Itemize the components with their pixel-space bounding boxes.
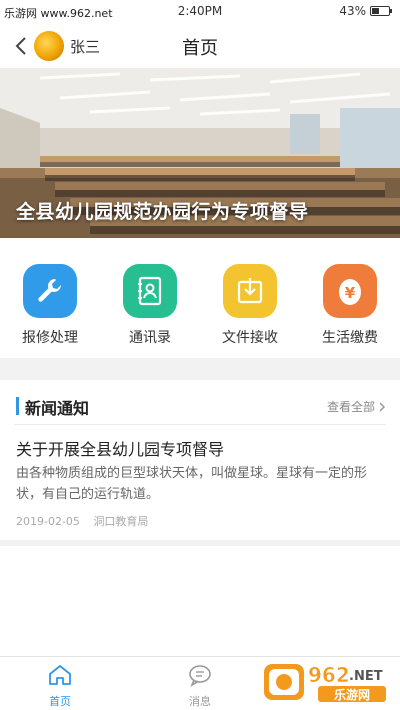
news-article-summary: 由各种物质组成的巨型球状天体，叫做星球。星球有一定的形状，有自己的运行轨道。 <box>16 466 368 502</box>
home-icon <box>49 665 71 685</box>
quick-action-payment[interactable]: ¥ 生活缴费 <box>300 264 400 347</box>
divider <box>14 424 386 425</box>
tab-label: 首页 <box>49 695 71 708</box>
news-article-title[interactable]: 关于开展全县幼儿园专项督导 <box>16 436 224 460</box>
svg-text:.NET: .NET <box>349 669 383 684</box>
download-file-icon <box>237 278 263 304</box>
quick-action-label: 生活缴费 <box>322 330 378 346</box>
tab-home[interactable]: 首页 <box>20 663 100 709</box>
quick-icon-bg <box>223 264 277 318</box>
contacts-icon <box>138 276 162 306</box>
banner-caption: 全县幼儿园规范办园行为专项督导 <box>16 201 309 223</box>
quick-icon-bg: ¥ <box>323 264 377 318</box>
svg-text:乐游网: 乐游网 <box>334 687 370 702</box>
quick-icon-bg <box>23 264 77 318</box>
app-header: 张三 首页 <box>0 24 400 68</box>
quick-icon-bg <box>123 264 177 318</box>
message-icon <box>189 665 211 687</box>
article-date: 2019-02-05 <box>16 515 80 528</box>
section-divider <box>0 540 400 546</box>
svg-text:¥: ¥ <box>345 284 356 302</box>
view-all-label: 查看全部 <box>326 400 375 414</box>
wrench-icon <box>38 279 61 302</box>
yuan-payment-icon: ¥ <box>339 279 361 305</box>
battery-status: 43% <box>339 4 392 18</box>
news-article-meta: 2019-02-05 洞口教育局 <box>16 513 158 529</box>
news-section: 新闻通知 查看全部 关于开展全县幼儿园专项督导 由各种物质组成的巨型球状天体，叫… <box>0 380 400 540</box>
962-watermark-logo: 962 .NET 乐游网 <box>256 656 394 708</box>
quick-action-label: 通讯录 <box>129 330 171 346</box>
quick-action-label: 文件接收 <box>222 330 278 346</box>
battery-fill <box>372 8 379 14</box>
news-header: 新闻通知 查看全部 <box>0 394 400 418</box>
quick-actions-grid: 报修处理 通讯录 文件接收 ¥ 生活缴费 <box>0 238 400 358</box>
page-title: 首页 <box>182 38 218 59</box>
battery-percent: 43% <box>339 4 366 18</box>
quick-action-label: 报修处理 <box>22 330 78 346</box>
article-source: 洞口教育局 <box>93 515 149 528</box>
quick-action-files[interactable]: 文件接收 <box>200 264 300 347</box>
news-section-title: 新闻通知 <box>25 399 90 418</box>
status-bar: 乐游网 www.962.net 2:40PM 43% <box>0 0 400 24</box>
svg-text:962: 962 <box>308 663 350 687</box>
quick-action-repair[interactable]: 报修处理 <box>0 264 100 347</box>
watermark-logo-graphic: 962 .NET 乐游网 <box>264 663 386 702</box>
quick-action-contacts[interactable]: 通讯录 <box>100 264 200 347</box>
section-accent-bar <box>16 397 19 415</box>
chevron-right-icon <box>379 401 386 412</box>
section-divider <box>0 358 400 380</box>
tab-label: 消息 <box>189 695 211 708</box>
view-all-link[interactable]: 查看全部 <box>327 398 386 415</box>
tab-messages[interactable]: 消息 <box>160 663 240 709</box>
banner-carousel[interactable]: 全县幼儿园规范办园行为专项督导 <box>0 68 400 238</box>
battery-icon <box>370 6 392 16</box>
